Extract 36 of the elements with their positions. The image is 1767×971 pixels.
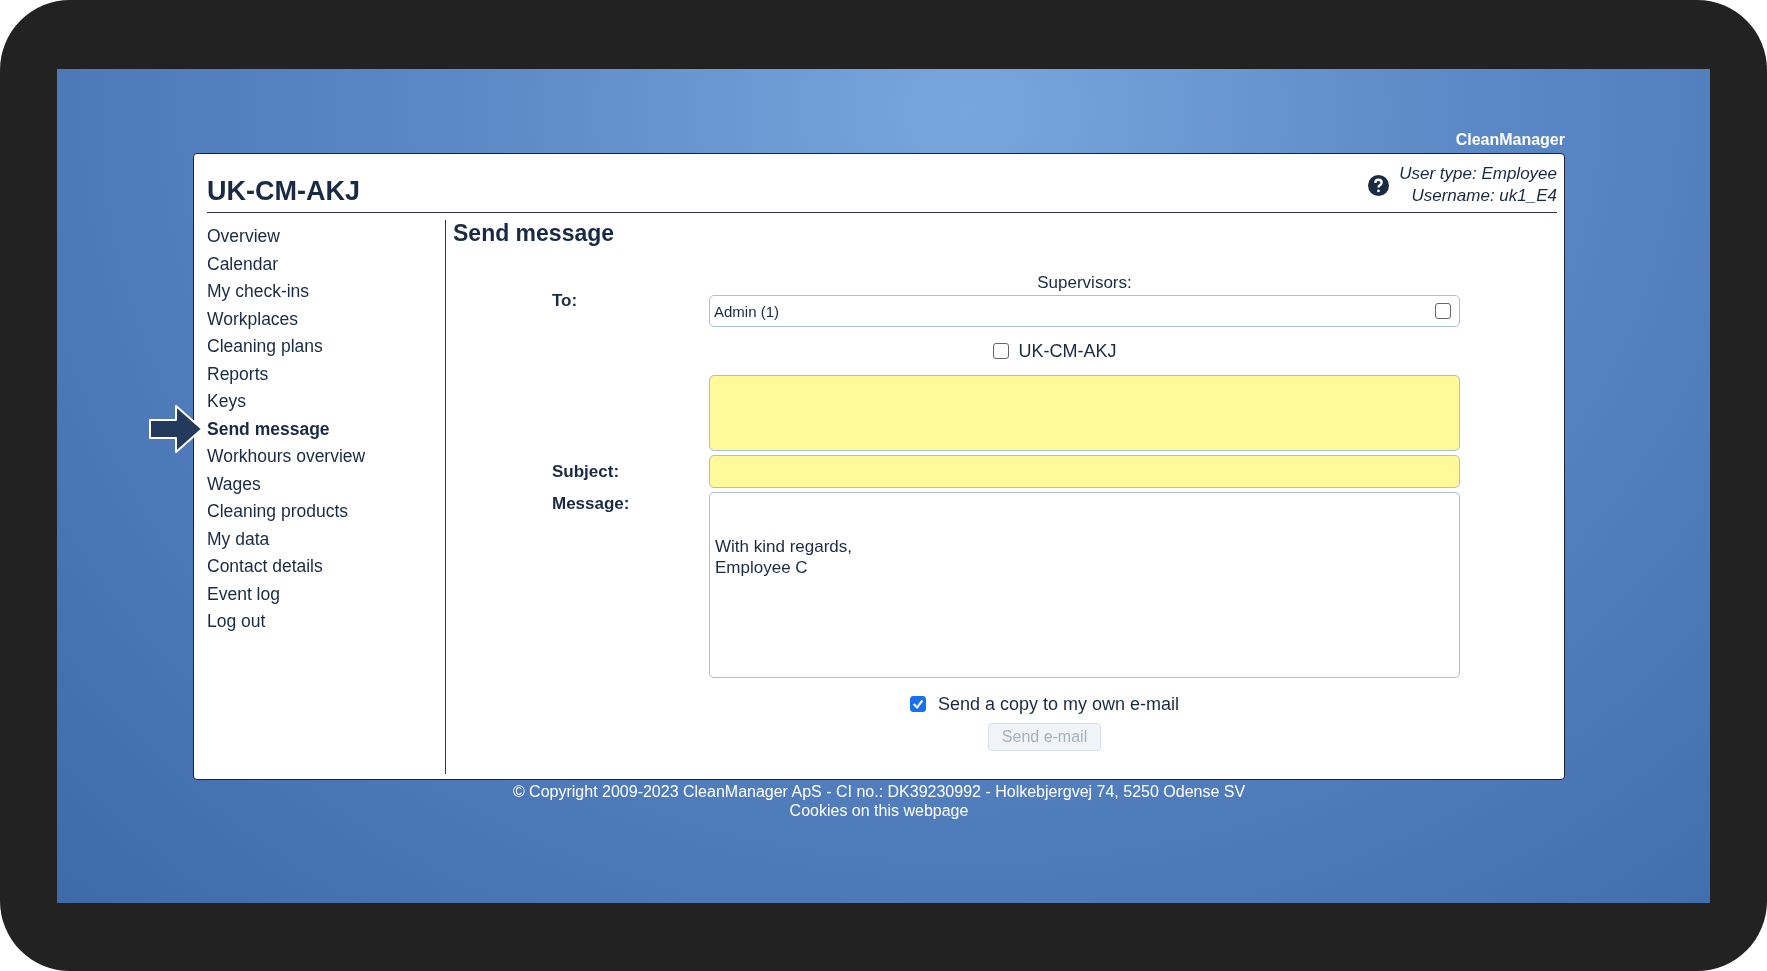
nav-link[interactable]: Overview bbox=[207, 226, 280, 246]
checkbox[interactable] bbox=[909, 696, 926, 712]
message-label: Message: bbox=[551, 493, 631, 514]
message-field[interactable]: With kind regards, Employee C bbox=[709, 492, 1460, 678]
nav-link[interactable]: Calendar bbox=[207, 253, 279, 274]
nav-link[interactable]: Cleaning products bbox=[207, 501, 349, 521]
nav-link[interactable]: Event log bbox=[207, 583, 280, 604]
brand-name: CleanManager bbox=[1454, 131, 1565, 150]
to-label: To: bbox=[551, 290, 579, 311]
nav-link[interactable]: Workplaces bbox=[207, 308, 299, 329]
checkbox-label: UK-CM-AKJ bbox=[1018, 340, 1117, 362]
nav-link[interactable]: My check-ins bbox=[207, 281, 310, 301]
checkbox-label: Send a copy to my own e-mail bbox=[937, 693, 1180, 715]
recipients-field[interactable] bbox=[709, 375, 1460, 451]
nav-link[interactable]: Log out bbox=[207, 611, 266, 631]
checkbox[interactable] bbox=[992, 343, 1009, 359]
nav-link[interactable]: Keys bbox=[207, 391, 246, 411]
help-icon[interactable] bbox=[1368, 174, 1390, 196]
checkbox[interactable] bbox=[1435, 303, 1451, 319]
copyright-text: © Copyright 2009-2023 CleanManager ApS - CI no.: DK39230992 - Holkebjergvej 74, 5250 Odense SV bbox=[512, 782, 1246, 801]
site-title: UK-CM-AKJ bbox=[207, 174, 360, 207]
nav-link[interactable]: My data bbox=[207, 528, 270, 549]
nav-link[interactable]: Reports bbox=[207, 363, 269, 384]
cookies-link[interactable]: Cookies on this webpage bbox=[789, 801, 969, 820]
nav-link[interactable]: Wages bbox=[207, 473, 261, 494]
nav-link[interactable]: Send message bbox=[207, 418, 330, 439]
nav-link[interactable]: Cleaning plans bbox=[207, 336, 323, 356]
nav-link[interactable]: Workhours overview bbox=[207, 446, 366, 466]
page-heading: Send message bbox=[453, 220, 616, 247]
nav-link[interactable]: Contact details bbox=[207, 556, 323, 576]
username: Username: uk1_E4 bbox=[1411, 185, 1557, 207]
recipient-name: Admin (1) bbox=[714, 302, 780, 320]
subject-field[interactable] bbox=[709, 455, 1460, 488]
user-type: User type: Employee bbox=[1399, 163, 1557, 185]
supervisors-label: Supervisors: bbox=[1036, 273, 1133, 293]
subject-label: Subject: bbox=[551, 461, 621, 482]
